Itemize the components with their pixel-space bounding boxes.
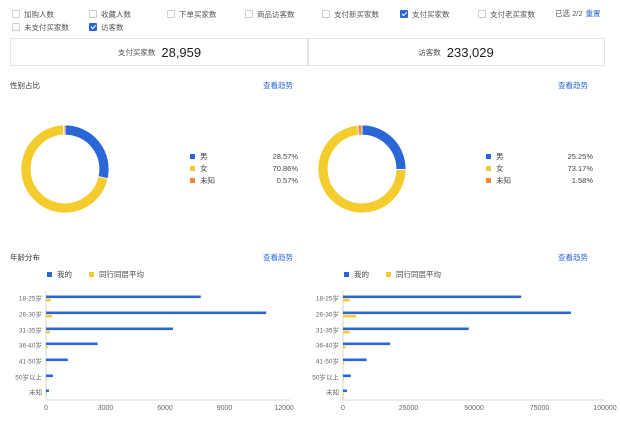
age-right-bar-mine: [343, 295, 522, 299]
gender-left-legend-name: 女: [200, 163, 208, 173]
charts-canvas: 男 28.57% 女 70.86% 未知 0.57% 男 25.25% 女 73.17% 未知 1.5…: [15, 124, 617, 412]
age-right-legend-swatch-mine: [344, 272, 349, 277]
gender-right-legend-value: 25.25%: [568, 152, 594, 161]
age-left-bar-avg: [46, 345, 48, 349]
gender-left-legend-name: 男: [200, 152, 208, 161]
age-left-x-tick: 3000: [98, 405, 114, 412]
age-right-bar-avg: [343, 314, 357, 318]
age-left-x-tick: 6000: [157, 405, 173, 412]
gender-right-legend-swatch: [486, 154, 491, 159]
gender-left-legend-swatch: [190, 178, 195, 183]
age-left-y-tick: 26-30岁: [19, 310, 42, 319]
age-right-y-tick: 36-40岁: [316, 341, 339, 350]
age-left-bar-mine: [46, 311, 267, 315]
gender-left-legend-value: 28.57%: [273, 152, 299, 161]
age-left-y-tick: 36-40岁: [19, 341, 42, 350]
age-left-x-tick: 12000: [274, 405, 294, 412]
age-right-y-tick: 50岁以上: [312, 373, 339, 382]
age-left-legend-avg: 同行同层平均: [99, 269, 144, 279]
age-left-bar-mine: [46, 374, 53, 378]
gender-right-legend-value: 73.17%: [568, 164, 594, 173]
gender-left-slice: [63, 124, 66, 136]
age-right-bar-avg: [343, 298, 350, 302]
gender-left-slice: [64, 124, 110, 180]
age-right-legend-avg: 同行同层平均: [396, 269, 441, 279]
age-left-legend-swatch-avg: [89, 272, 94, 277]
age-left-bar-avg: [46, 361, 47, 365]
age-right-bar-mine: [343, 342, 391, 346]
age-right-bar-mine: [343, 389, 347, 393]
age-right-legend-mine: 我的: [354, 269, 369, 279]
age-right-legend-swatch-avg: [386, 272, 391, 277]
age-left-legend-mine: 我的: [57, 269, 72, 279]
age-left-bar-avg: [46, 377, 47, 381]
age-right-bar-mine: [343, 358, 367, 362]
age-left-bar-mine: [46, 389, 49, 393]
age-left-bar-mine: [46, 295, 201, 299]
gender-right-legend-value: 1.58%: [572, 176, 594, 185]
gender-right-legend-swatch: [486, 166, 491, 171]
age-left-y-tick: 31-35岁: [19, 326, 42, 335]
gender-left-legend-swatch: [190, 166, 195, 171]
age-left-bar-mine: [46, 358, 68, 362]
gender-left-legend-swatch: [190, 154, 195, 159]
gender-left-legend-value: 70.86%: [273, 164, 299, 173]
age-right-bar-avg: [343, 361, 345, 365]
age-right-bar-mine: [343, 374, 351, 378]
age-right-x-tick: 25000: [399, 405, 419, 412]
age-right-bar-avg: [343, 392, 344, 396]
age-right-x-tick: 50000: [464, 405, 484, 412]
age-right-bar-avg: [343, 345, 346, 349]
age-right-y-tick: 未知: [326, 388, 339, 397]
age-left-bar-avg: [46, 392, 47, 396]
age-left-x-tick: 0: [44, 405, 48, 412]
age-left-legend-swatch-mine: [47, 272, 52, 277]
age-right-bar-mine: [343, 327, 469, 331]
age-right-x-tick: 75000: [530, 405, 550, 412]
age-right-y-tick: 26-30岁: [316, 310, 339, 319]
age-right-x-tick: 100000: [593, 405, 616, 412]
age-left-y-tick: 41-50岁: [19, 357, 42, 366]
age-right-y-tick: 31-35岁: [316, 326, 339, 335]
age-left-bar-mine: [46, 342, 98, 346]
gender-right-slice: [361, 124, 407, 171]
gender-left-legend-name: 未知: [200, 175, 215, 185]
gender-right-legend-name: 未知: [496, 175, 511, 185]
age-left-y-tick: 18-25岁: [19, 294, 42, 303]
age-right-bar-avg: [343, 330, 350, 334]
gender-right-legend-swatch: [486, 178, 491, 183]
gender-right-legend-name: 男: [496, 152, 504, 161]
age-left-y-tick: 未知: [29, 388, 42, 397]
age-right-bar-avg: [343, 377, 344, 381]
gender-right-legend-name: 女: [496, 163, 504, 173]
gender-right-slice: [357, 124, 363, 136]
age-right-x-tick: 0: [341, 405, 345, 412]
age-left-y-tick: 50岁以上: [15, 373, 42, 382]
age-left-x-tick: 9000: [217, 405, 233, 412]
age-right-y-tick: 18-25岁: [316, 294, 339, 303]
age-right-y-tick: 41-50岁: [316, 357, 339, 366]
age-left-bar-avg: [46, 330, 50, 334]
age-left-bar-avg: [46, 298, 51, 302]
gender-left-legend-value: 0.57%: [277, 176, 299, 185]
age-right-bar-mine: [343, 311, 571, 315]
age-left-bar-avg: [46, 314, 52, 318]
age-left-bar-mine: [46, 327, 173, 331]
